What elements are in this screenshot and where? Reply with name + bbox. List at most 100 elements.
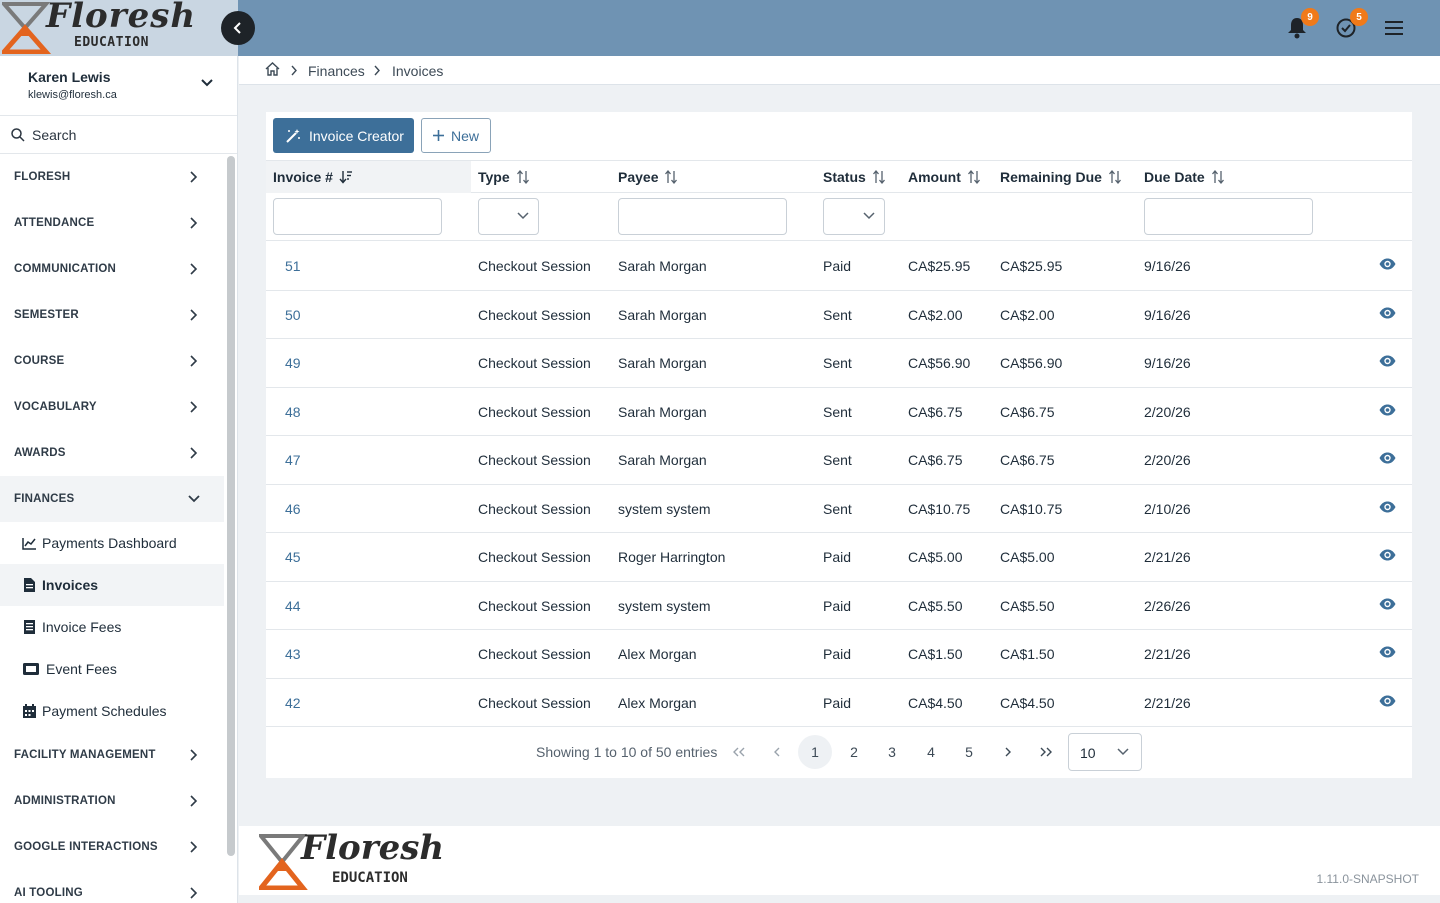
table-row[interactable]: 43 Checkout Session Alex Morgan Paid CA$1.50…: [266, 630, 1412, 679]
view-eye-icon[interactable]: [1379, 646, 1396, 658]
view-eye-icon[interactable]: [1379, 501, 1396, 513]
table-row[interactable]: 42 Checkout Session Alex Morgan Paid CA$4.50…: [266, 679, 1412, 728]
invoice-number-link[interactable]: 43: [285, 646, 301, 662]
invoice-creator-button[interactable]: Invoice Creator: [273, 118, 414, 153]
sidebar-subitem-event-fees[interactable]: Event Fees: [0, 648, 224, 690]
invoice-due-date: 2/26/26: [1144, 597, 1191, 614]
view-eye-icon[interactable]: [1379, 452, 1396, 464]
invoice-status: Sent: [823, 452, 852, 468]
invoice-payee: Sarah Morgan: [618, 355, 707, 371]
view-eye-icon[interactable]: [1379, 307, 1396, 319]
sidebar-subitem-invoices[interactable]: Invoices: [0, 564, 224, 606]
invoice-remaining-due: CA$25.95: [1000, 258, 1063, 274]
sidebar-item-administration[interactable]: ADMINISTRATION: [0, 778, 224, 824]
invoice-status: Sent: [823, 403, 852, 420]
invoice-number-link[interactable]: 48: [285, 404, 301, 420]
sidebar-item-label: SEMESTER: [14, 309, 79, 321]
last-page-button[interactable]: [1029, 735, 1063, 769]
column-header-remaining-due[interactable]: Remaining Due: [1000, 169, 1122, 185]
sidebar-item-awards[interactable]: AWARDS: [0, 430, 224, 476]
sidebar-subitem-invoice-fees[interactable]: Invoice Fees: [0, 606, 224, 648]
invoice-number-link[interactable]: 51: [285, 258, 301, 274]
breadcrumb-invoices: Invoices: [392, 63, 444, 79]
breadcrumb: Finances Invoices: [239, 56, 1440, 85]
column-header-due-date[interactable]: Due Date: [1144, 169, 1225, 185]
sidebar-scrollbar[interactable]: [227, 156, 235, 856]
sidebar-item-ai-tooling[interactable]: AI TOOLING: [0, 870, 224, 903]
search-placeholder: Search: [32, 127, 77, 143]
invoice-type: Checkout Session: [478, 597, 591, 614]
chevron-right-icon: [190, 355, 198, 367]
column-header-type[interactable]: Type: [478, 169, 530, 185]
table-row[interactable]: 47 Checkout Session Sarah Morgan Sent CA$6.7…: [266, 436, 1412, 485]
chevron-right-icon: [190, 749, 198, 761]
sort-icon: [872, 170, 885, 184]
notifications-button[interactable]: 9: [1283, 8, 1319, 42]
user-menu[interactable]: Karen Lewis klewis@floresh.ca: [0, 56, 237, 116]
sidebar-item-google-interactions[interactable]: GOOGLE INTERACTIONS: [0, 824, 224, 870]
next-page-button[interactable]: [991, 735, 1025, 769]
view-eye-icon[interactable]: [1379, 355, 1396, 367]
invoice-number-link[interactable]: 42: [285, 695, 301, 711]
invoice-number-link[interactable]: 47: [285, 452, 301, 468]
page-button-3[interactable]: 3: [875, 735, 909, 769]
view-eye-icon[interactable]: [1379, 404, 1396, 416]
invoice-number-link[interactable]: 44: [285, 598, 301, 614]
first-page-button[interactable]: [722, 735, 756, 769]
table-row[interactable]: 44 Checkout Session system system Paid CA$5.…: [266, 582, 1412, 631]
tasks-button[interactable]: 5: [1332, 8, 1368, 42]
type-filter-select[interactable]: [478, 198, 539, 235]
chevron-right-icon: [190, 447, 198, 459]
floresh-logo[interactable]: Floresh EDUCATION: [2, 0, 195, 54]
column-header-status[interactable]: Status: [823, 169, 886, 185]
page-size-select[interactable]: 10: [1068, 733, 1142, 771]
table-row[interactable]: 49 Checkout Session Sarah Morgan Sent CA$56.…: [266, 339, 1412, 388]
view-eye-icon[interactable]: [1379, 695, 1396, 707]
page-button-4[interactable]: 4: [914, 735, 948, 769]
status-filter-select[interactable]: [823, 198, 885, 235]
sidebar-subitem-payment-schedules[interactable]: Payment Schedules: [0, 690, 224, 732]
logo-area: Floresh EDUCATION: [0, 0, 238, 56]
breadcrumb-finances[interactable]: Finances: [308, 63, 365, 79]
payee-filter[interactable]: [618, 198, 787, 235]
logo-wordmark: Floresh: [46, 0, 197, 36]
sidebar-item-finances[interactable]: FINANCES: [0, 476, 224, 522]
invoice-type: Checkout Session: [478, 452, 591, 468]
table-row[interactable]: 48 Checkout Session Sarah Morgan Sent CA$6.7…: [266, 388, 1412, 437]
invoice-number-link[interactable]: 49: [285, 355, 301, 371]
view-eye-icon[interactable]: [1379, 258, 1396, 270]
column-header-amount[interactable]: Amount: [908, 169, 981, 185]
double-chevron-left-icon: [733, 747, 745, 757]
table-row[interactable]: 50 Checkout Session Sarah Morgan Sent CA$2.0…: [266, 291, 1412, 340]
table-row[interactable]: 45 Checkout Session Roger Harrington Paid CA…: [266, 533, 1412, 582]
menu-button[interactable]: [1380, 14, 1408, 42]
column-header-invoice[interactable]: Invoice #: [273, 169, 353, 185]
view-eye-icon[interactable]: [1379, 549, 1396, 561]
sidebar-item-vocabulary[interactable]: VOCABULARY: [0, 384, 224, 430]
invoice-number-filter[interactable]: [273, 198, 442, 235]
invoice-number-link[interactable]: 45: [285, 549, 301, 565]
due-date-filter[interactable]: [1144, 198, 1313, 235]
sidebar-item-communication[interactable]: COMMUNICATION: [0, 246, 224, 292]
collapse-sidebar-button[interactable]: [221, 11, 255, 45]
new-invoice-button[interactable]: New: [421, 118, 491, 153]
view-eye-icon[interactable]: [1379, 598, 1396, 610]
page-button-1[interactable]: 1: [798, 735, 832, 769]
sidebar-item-course[interactable]: COURSE: [0, 338, 224, 384]
invoice-number-link[interactable]: 46: [285, 501, 301, 517]
home-icon[interactable]: [265, 62, 280, 76]
previous-page-button[interactable]: [760, 735, 794, 769]
invoice-number-link[interactable]: 50: [285, 307, 301, 323]
sidebar-item-semester[interactable]: SEMESTER: [0, 292, 224, 338]
user-name: Karen Lewis: [28, 69, 111, 85]
table-row[interactable]: 51 Checkout Session Sarah Morgan Paid CA$25.…: [266, 242, 1412, 291]
table-row[interactable]: 46 Checkout Session system system Sent CA$10…: [266, 485, 1412, 534]
sidebar-subitem-payments-dashboard[interactable]: Payments Dashboard: [0, 522, 224, 564]
page-button-2[interactable]: 2: [837, 735, 871, 769]
page-button-5[interactable]: 5: [952, 735, 986, 769]
sidebar-item-facility-management[interactable]: FACILITY MANAGEMENT: [0, 732, 224, 778]
column-header-payee[interactable]: Payee: [618, 169, 678, 185]
sidebar-item-floresh[interactable]: FLORESH: [0, 154, 224, 200]
sidebar-item-attendance[interactable]: ATTENDANCE: [0, 200, 224, 246]
sidebar-search[interactable]: Search: [0, 116, 237, 154]
